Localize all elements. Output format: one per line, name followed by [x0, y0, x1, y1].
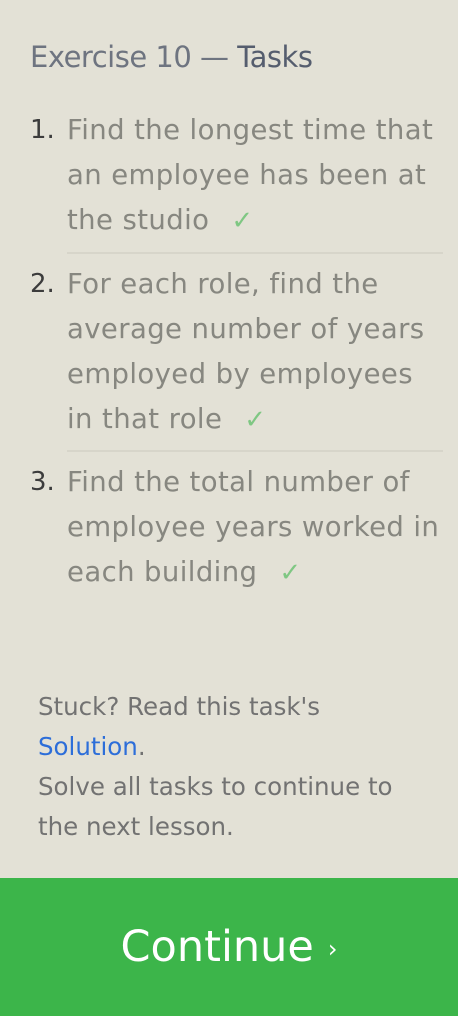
period: .	[137, 732, 146, 761]
task-text: For each role, find the average number o…	[67, 262, 445, 443]
task-number: 1.	[30, 115, 55, 145]
task-text: Find the longest time that an employee h…	[67, 108, 445, 244]
header-separator: —	[200, 40, 229, 74]
task-text: Find the total number of employee years …	[67, 460, 445, 596]
checkmark-icon: ✓	[279, 558, 302, 588]
stuck-text: Stuck? Read this task's	[38, 692, 321, 721]
checkmark-icon: ✓	[244, 405, 267, 435]
task-divider	[67, 252, 443, 254]
task-description: Find the total number of employee years …	[67, 466, 440, 588]
tasks-heading: Tasks	[237, 40, 313, 74]
help-section: Stuck? Read this task's Solution. Solve …	[38, 687, 438, 847]
solution-link[interactable]: Solution	[38, 732, 138, 761]
continue-label: Continue	[120, 922, 314, 972]
task-divider	[67, 450, 443, 452]
continue-instruction: Solve all tasks to continue to the next …	[38, 772, 393, 841]
exercise-title: Exercise 10	[30, 40, 192, 74]
continue-button[interactable]: Continue ›	[0, 878, 458, 1016]
checkmark-icon: ✓	[231, 206, 254, 236]
task-number: 2.	[30, 269, 55, 299]
chevron-right-icon: ›	[327, 935, 338, 963]
task-number: 3.	[30, 467, 55, 497]
exercise-header: Exercise 10 — Tasks	[30, 40, 313, 74]
